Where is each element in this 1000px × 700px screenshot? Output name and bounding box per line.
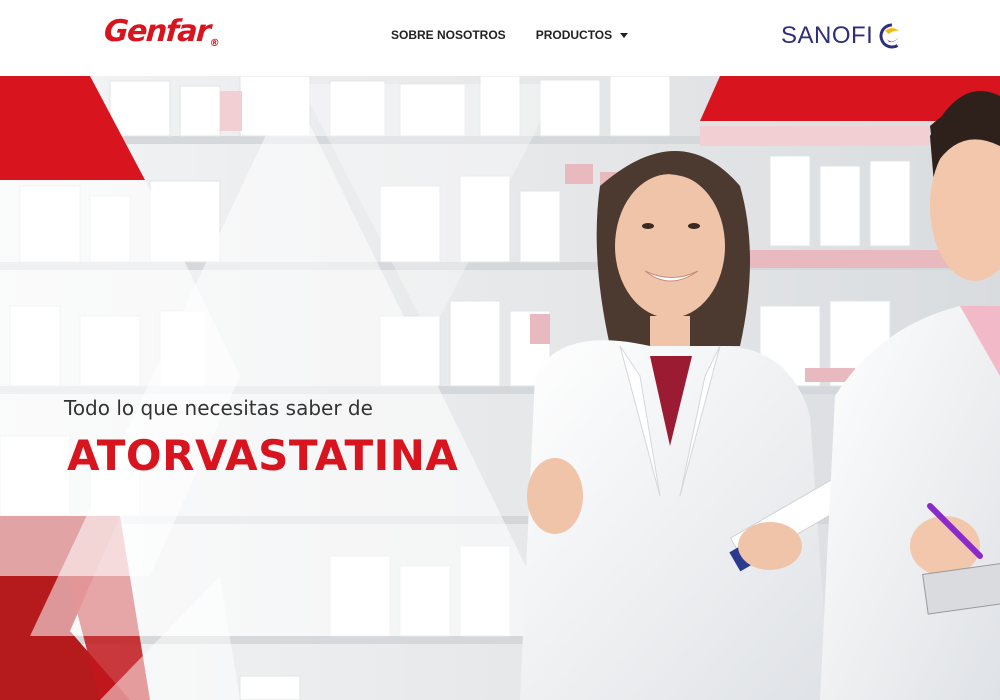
nav-item-sobre-nosotros[interactable]: SOBRE NOSOTROS xyxy=(391,28,506,42)
sanofi-logo[interactable]: SANOFI xyxy=(781,22,905,50)
nav-item-label: PRODUCTOS xyxy=(535,28,613,42)
sanofi-logo-text: SANOFI xyxy=(781,22,874,49)
main-nav: SOBRE NOSOTROS PRODUCTOS xyxy=(391,28,629,42)
registered-mark: ® xyxy=(209,38,220,49)
caret-down-icon xyxy=(620,32,629,38)
genfar-logo[interactable]: Genfar® xyxy=(103,14,222,49)
hero-subtitle: Todo lo que necesitas saber de xyxy=(64,396,373,420)
site-header: Genfar® SOBRE NOSOTROS PRODUCTOS SANOFI xyxy=(0,0,1000,76)
sanofi-bird-icon xyxy=(879,23,905,49)
genfar-logo-text: Genfar xyxy=(102,14,211,49)
hero-title: ATORVASTATINA xyxy=(67,431,459,480)
hero-background-image xyxy=(0,76,1000,700)
nav-item-productos[interactable]: PRODUCTOS xyxy=(535,28,629,42)
hero-banner: Todo lo que necesitas saber de ATORVASTA… xyxy=(0,76,1000,700)
nav-item-label: SOBRE NOSOTROS xyxy=(391,28,506,42)
